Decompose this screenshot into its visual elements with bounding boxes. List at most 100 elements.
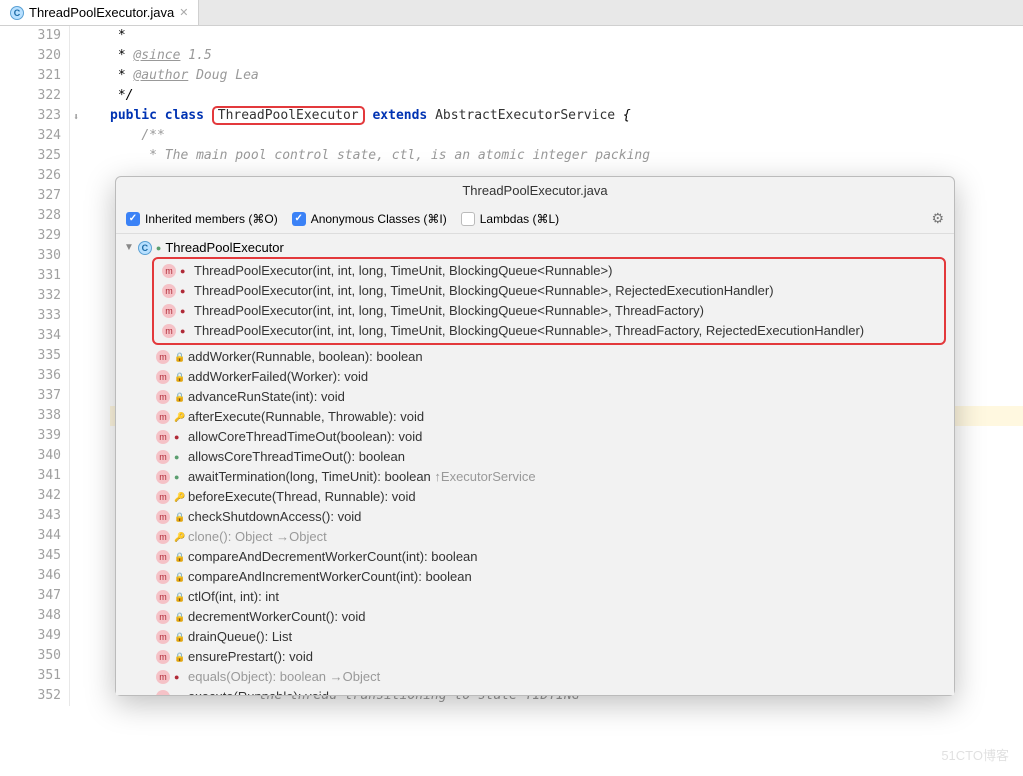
code-line[interactable]: * The main pool control state, ctl, is a…: [110, 146, 1023, 166]
gutter-line: 339: [0, 426, 61, 446]
close-icon[interactable]: ✕: [179, 6, 188, 19]
member-item[interactable]: m🔒ensurePrestart(): void: [124, 647, 946, 667]
constructor-item[interactable]: m●ThreadPoolExecutor(int, int, long, Tim…: [158, 281, 940, 301]
anonymous-checkbox[interactable]: ✓ Anonymous Classes (⌘I): [292, 212, 447, 226]
tree-root[interactable]: ▼ C ● ThreadPoolExecutor: [124, 238, 946, 257]
inherited-checkbox[interactable]: ✓ Inherited members (⌘O): [126, 212, 278, 226]
visibility-icon: 🔒: [174, 548, 184, 566]
member-label: clone(): Object →Object: [188, 528, 327, 546]
member-label: allowsCoreThreadTimeOut(): boolean: [188, 448, 405, 466]
visibility-icon: ●: [174, 468, 184, 486]
gutter-line: 323⬇: [0, 106, 61, 126]
code-line[interactable]: /**: [110, 126, 1023, 146]
method-icon: m: [156, 470, 170, 484]
visibility-icon: ●: [180, 322, 190, 340]
method-icon: m: [156, 430, 170, 444]
override-icon[interactable]: ⬇: [73, 108, 79, 128]
member-label: equals(Object): boolean →Object: [188, 668, 380, 686]
member-item[interactable]: m🔑beforeExecute(Thread, Runnable): void: [124, 487, 946, 507]
visibility-icon: ●: [180, 302, 190, 320]
method-icon: m: [156, 350, 170, 364]
lambdas-label: Lambdas (⌘L): [480, 212, 559, 226]
tab-bar: C ThreadPoolExecutor.java ✕: [0, 0, 1023, 26]
editor-tab[interactable]: C ThreadPoolExecutor.java ✕: [0, 0, 199, 25]
visibility-icon: 🔒: [174, 348, 184, 366]
member-item[interactable]: m●execute(Runnable): void: [124, 687, 946, 695]
visibility-icon: 🔒: [174, 368, 184, 386]
member-item[interactable]: m🔒addWorker(Runnable, boolean): boolean: [124, 347, 946, 367]
anonymous-label: Anonymous Classes (⌘I): [311, 212, 447, 226]
gutter-line: 322: [0, 86, 61, 106]
member-item[interactable]: m🔒addWorkerFailed(Worker): void: [124, 367, 946, 387]
gutter-line: 338: [0, 406, 61, 426]
gutter-line: 332: [0, 286, 61, 306]
gutter-line: 344: [0, 526, 61, 546]
structure-tree[interactable]: ▼ C ● ThreadPoolExecutor m●ThreadPoolExe…: [116, 234, 954, 695]
code-line[interactable]: */: [110, 86, 1023, 106]
gutter-line: 321: [0, 66, 61, 86]
visibility-icon: 🔒: [174, 388, 184, 406]
visibility-icon: 🔑: [174, 528, 184, 546]
gutter-line: 340: [0, 446, 61, 466]
code-line[interactable]: public class ThreadPoolExecutor extends …: [110, 106, 1023, 126]
gutter: 319320321322323⬇324325326327328329330331…: [0, 26, 70, 706]
visibility-icon: ●: [174, 428, 184, 446]
member-item[interactable]: m●equals(Object): boolean →Object: [124, 667, 946, 687]
gutter-line: 336: [0, 366, 61, 386]
gutter-line: 341: [0, 466, 61, 486]
code-line[interactable]: * @author Doug Lea: [110, 66, 1023, 86]
gutter-line: 333: [0, 306, 61, 326]
method-icon: m: [162, 264, 176, 278]
popup-title: ThreadPoolExecutor.java: [116, 177, 954, 204]
member-item[interactable]: m🔒drainQueue(): List: [124, 627, 946, 647]
gutter-line: 334: [0, 326, 61, 346]
member-item[interactable]: m🔒checkShutdownAccess(): void: [124, 507, 946, 527]
member-label: ThreadPoolExecutor(int, int, long, TimeU…: [194, 322, 864, 340]
gutter-line: 319: [0, 26, 61, 46]
member-label: allowCoreThreadTimeOut(boolean): void: [188, 428, 422, 446]
chevron-down-icon[interactable]: ▼: [124, 242, 134, 253]
member-item[interactable]: m🔒ctlOf(int, int): int: [124, 587, 946, 607]
visibility-icon: 🔒: [174, 608, 184, 626]
member-item[interactable]: m🔑afterExecute(Runnable, Throwable): voi…: [124, 407, 946, 427]
visibility-icon: 🔒: [174, 568, 184, 586]
checkbox-icon: ✓: [292, 212, 306, 226]
member-label: decrementWorkerCount(): void: [188, 608, 366, 626]
member-item[interactable]: m🔒compareAndDecrementWorkerCount(int): b…: [124, 547, 946, 567]
member-label: ensurePrestart(): void: [188, 648, 313, 666]
member-item[interactable]: m ●allowsCoreThreadTimeOut(): boolean: [124, 447, 946, 467]
gutter-line: 335: [0, 346, 61, 366]
gear-icon[interactable]: ⚙: [931, 210, 944, 227]
visibility-icon: 🔑: [174, 488, 184, 506]
constructor-item[interactable]: m●ThreadPoolExecutor(int, int, long, Tim…: [158, 301, 940, 321]
method-icon: m: [156, 610, 170, 624]
member-item[interactable]: m 🔑clone(): Object →Object: [124, 527, 946, 547]
gutter-line: 348: [0, 606, 61, 626]
package-icon: ●: [156, 243, 161, 253]
gutter-line: 352: [0, 686, 61, 706]
constructor-item[interactable]: m●ThreadPoolExecutor(int, int, long, Tim…: [158, 261, 940, 281]
gutter-line: 329: [0, 226, 61, 246]
lambdas-checkbox[interactable]: Lambdas (⌘L): [461, 212, 559, 226]
visibility-icon: ●: [174, 688, 184, 695]
visibility-icon: 🔑: [174, 408, 184, 426]
member-label: awaitTermination(long, TimeUnit): boolea…: [188, 468, 536, 486]
constructor-item[interactable]: m●ThreadPoolExecutor(int, int, long, Tim…: [158, 321, 940, 341]
member-item[interactable]: m🔒advanceRunState(int): void: [124, 387, 946, 407]
method-icon: m: [156, 530, 170, 544]
member-item[interactable]: m 🔒decrementWorkerCount(): void: [124, 607, 946, 627]
visibility-icon: 🔒: [174, 628, 184, 646]
popup-toolbar: ✓ Inherited members (⌘O) ✓ Anonymous Cla…: [116, 204, 954, 234]
member-item[interactable]: m🔒compareAndIncrementWorkerCount(int): b…: [124, 567, 946, 587]
visibility-icon: ●: [174, 448, 184, 466]
member-label: ThreadPoolExecutor(int, int, long, TimeU…: [194, 282, 774, 300]
member-item[interactable]: m ●allowCoreThreadTimeOut(boolean): void: [124, 427, 946, 447]
code-line[interactable]: * @since 1.5: [110, 46, 1023, 66]
code-line[interactable]: *: [110, 26, 1023, 46]
gutter-line: 320: [0, 46, 61, 66]
class-icon: C: [10, 6, 24, 20]
method-icon: m: [156, 450, 170, 464]
gutter-line: 342: [0, 486, 61, 506]
member-item[interactable]: m ●awaitTermination(long, TimeUnit): bool…: [124, 467, 946, 487]
gutter-line: 349: [0, 626, 61, 646]
